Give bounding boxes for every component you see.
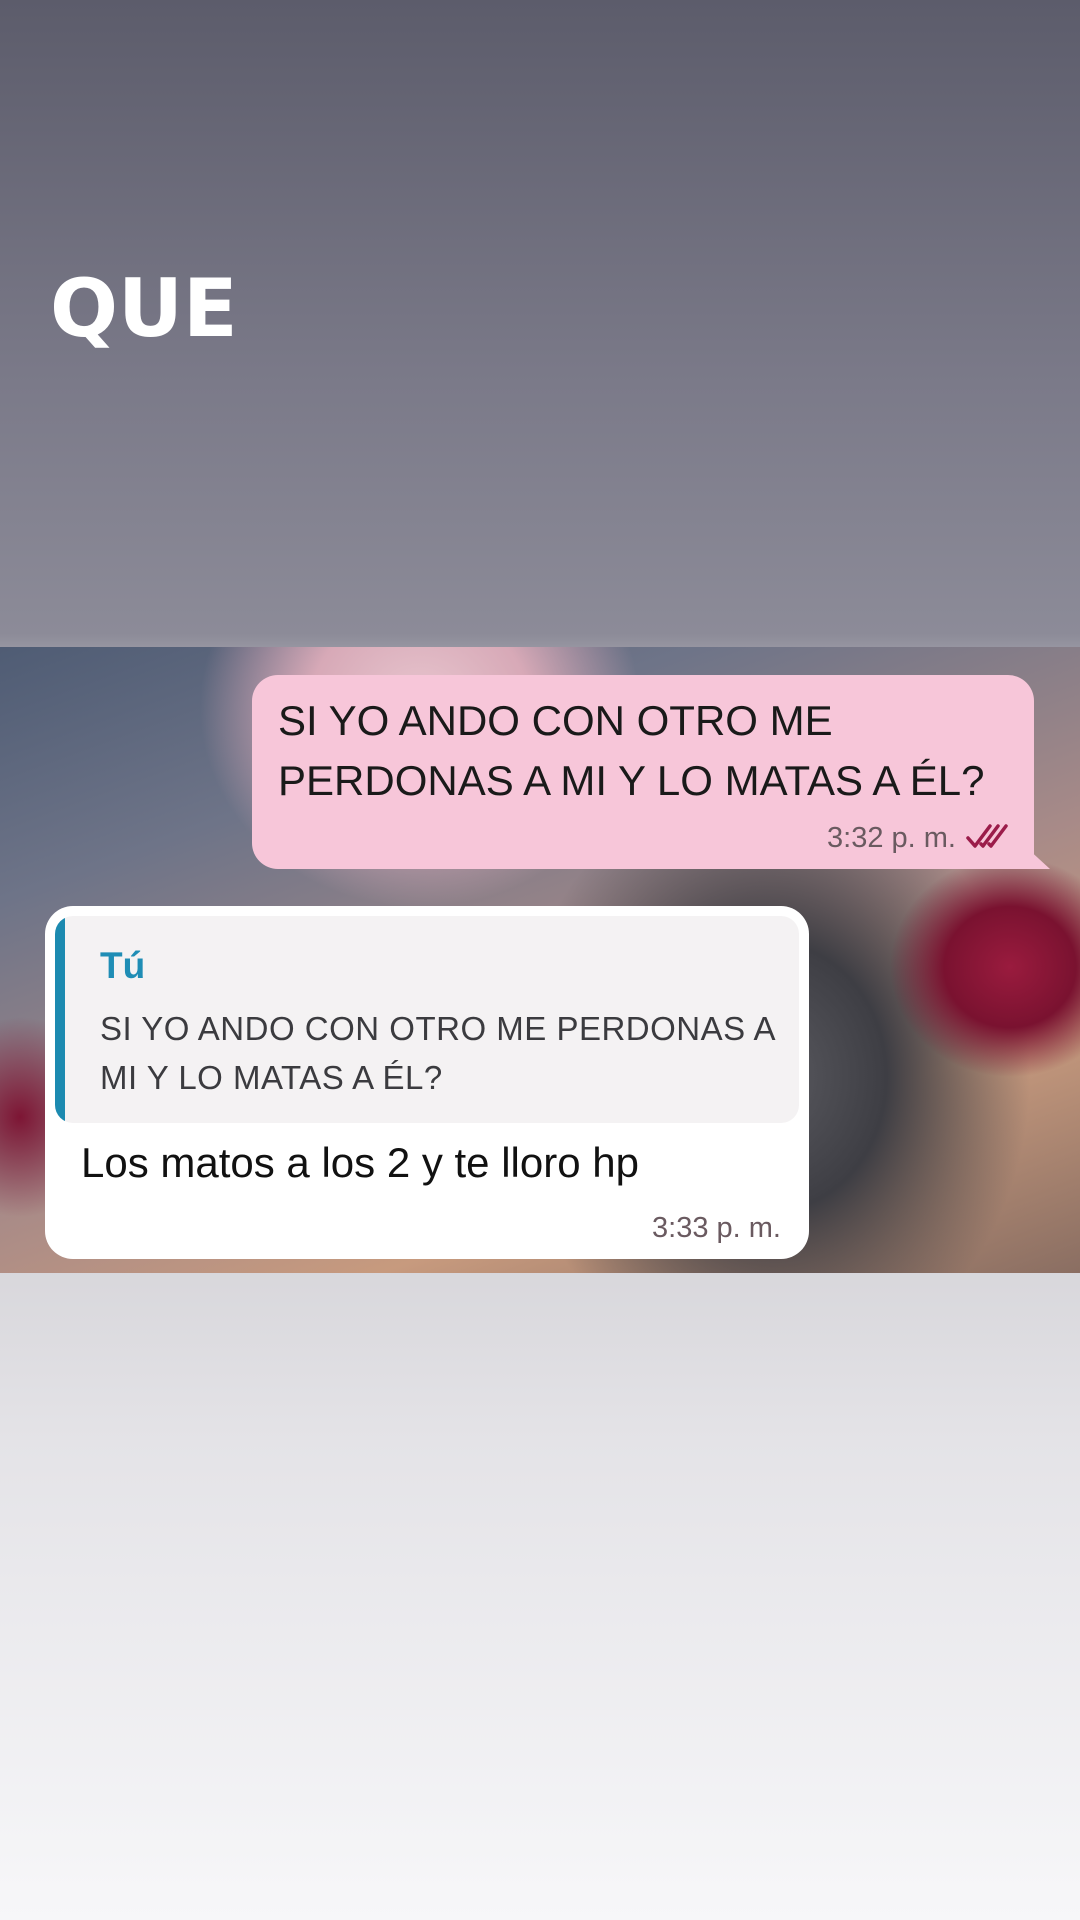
outgoing-message-text: SI YO ANDO CON OTRO ME PERDONAS A MI Y L… <box>278 697 985 804</box>
story-caption: QUE <box>50 262 238 355</box>
incoming-message-bubble[interactable]: Tú SI YO ANDO CON OTRO ME PERDONAS A MI … <box>45 906 809 1259</box>
incoming-message-text: Los matos a los 2 y te lloro hp <box>81 1139 639 1186</box>
incoming-message-meta: 3:33 p. m. <box>652 1212 781 1245</box>
chat-screenshot: SI YO ANDO CON OTRO ME PERDONAS A MI Y L… <box>0 647 1080 1273</box>
outgoing-message-time: 3:32 p. m. <box>827 822 956 854</box>
outgoing-message-meta: 3:32 p. m. <box>827 822 1010 855</box>
outgoing-message-bubble[interactable]: SI YO ANDO CON OTRO ME PERDONAS A MI Y L… <box>252 675 1050 869</box>
incoming-message-time: 3:33 p. m. <box>652 1212 781 1244</box>
double-check-read-icon <box>966 822 1010 855</box>
quoted-reply-author: Tú <box>100 945 146 986</box>
quoted-reply-text: SI YO ANDO CON OTRO ME PERDONAS A MI Y L… <box>100 1010 775 1096</box>
bubble-tail <box>1026 847 1050 869</box>
quoted-reply[interactable]: Tú SI YO ANDO CON OTRO ME PERDONAS A MI … <box>55 916 799 1123</box>
quote-accent-bar <box>55 916 65 1123</box>
